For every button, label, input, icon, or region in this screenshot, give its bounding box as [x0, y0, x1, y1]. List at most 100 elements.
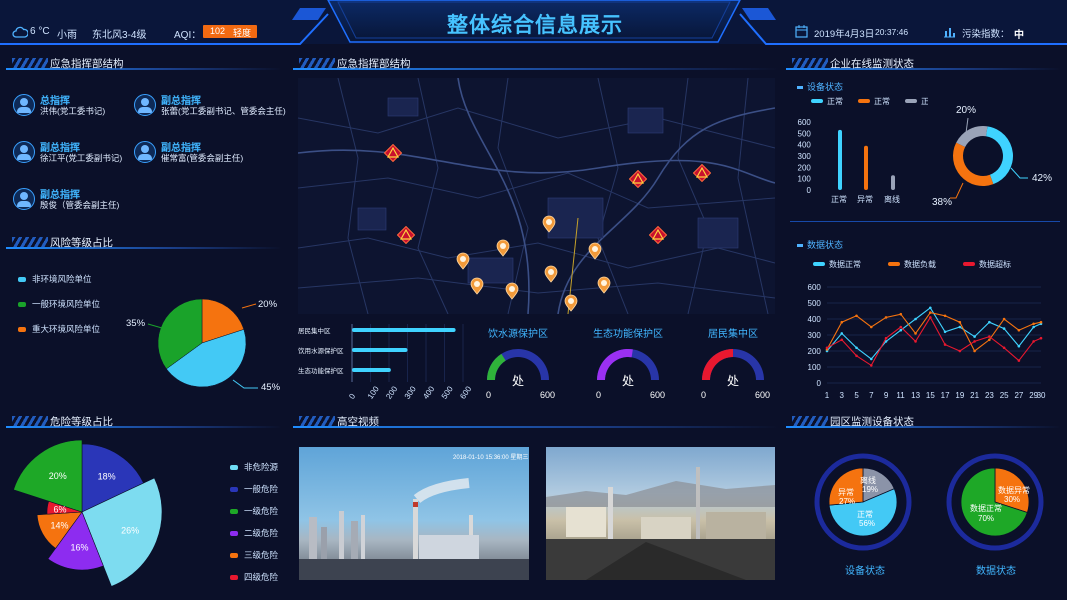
line-point — [1002, 317, 1006, 321]
ring-slice-label: 27% — [839, 497, 855, 506]
gauge-title: 生态功能保护区 — [593, 327, 663, 340]
device-legend-label: 正常 — [827, 97, 843, 106]
danger-legend-item[interactable]: 四级危险 — [230, 571, 278, 583]
enterprise-pin-icon[interactable] — [470, 277, 484, 295]
risk-leader-line — [147, 323, 163, 329]
video-feed-2[interactable] — [546, 447, 775, 580]
enterprise-pin-icon[interactable] — [505, 282, 519, 300]
org-member-5[interactable]: 副总指挥 殷俊（管委会副主任) — [13, 184, 131, 220]
enterprise-divider — [790, 221, 1060, 222]
enterprise-pin-icon[interactable] — [542, 215, 556, 233]
panel-title-org: 应急指挥部结构 — [6, 57, 282, 73]
cloud-icon — [12, 26, 28, 38]
factory-scene-2 — [546, 467, 775, 580]
danger-legend-item[interactable]: 三级危险 — [230, 549, 278, 561]
gauge-group: 饮水源保护区处 0 600 生态功能保护区处 0 600 居民集中区处 0 600 — [486, 327, 770, 400]
line-point — [855, 314, 858, 318]
warning-marker-icon[interactable] — [628, 169, 648, 189]
line-point — [840, 332, 844, 335]
ring-slice-label: 30% — [1004, 495, 1020, 504]
line-point — [929, 306, 932, 310]
warning-marker-icon[interactable] — [396, 225, 416, 245]
enterprise-pin-icon[interactable] — [564, 294, 578, 312]
danger-legend-item[interactable]: 二级危险 — [230, 527, 278, 539]
enterprise-pin-icon[interactable] — [456, 252, 470, 270]
enterprise-pin-icon[interactable] — [496, 239, 510, 257]
enterprise-pin-icon[interactable] — [544, 265, 558, 283]
warning-marker-icon[interactable] — [383, 143, 403, 163]
avatar-icon — [13, 141, 35, 163]
warning-marker-icon[interactable] — [648, 225, 668, 245]
bar-tick-label: 300 — [403, 384, 418, 401]
map-view[interactable] — [298, 78, 775, 314]
line-y-tick-label: 600 — [808, 283, 822, 292]
panel-title-danger: 危险等级占比 — [6, 415, 282, 431]
bar-category-label: 生态功能保护区 — [298, 366, 344, 375]
danger-pie-chart: 18% 26% 16% 14% 6% 20% — [13, 439, 163, 587]
risk-slice-label: 20% — [258, 299, 278, 310]
date-text: 2019年4月3日 — [814, 29, 875, 40]
line-x-tick-label: 1 — [825, 391, 830, 400]
line-point — [973, 340, 976, 343]
line-point — [1017, 328, 1021, 332]
risk-legend-item[interactable]: 非环境风险单位 — [18, 273, 92, 285]
bar — [352, 348, 408, 352]
device-legend-swatch — [858, 99, 870, 103]
video-feed-1[interactable]: 2018-01-10 15:36:00 星期三 — [299, 447, 529, 580]
org-member-2[interactable]: 副总指挥 张蕾(党工委副书记、管委会主任) — [134, 90, 286, 126]
line-x-tick-label: 3 — [840, 391, 845, 400]
org-member-3[interactable]: 副总指挥 徐江平(党工委副书记) — [13, 137, 131, 173]
danger-pie-slice — [13, 439, 83, 513]
line-x-tick-label: 13 — [911, 391, 920, 400]
risk-pie-chart: 20% 45% 35% — [126, 298, 281, 393]
device-status-donut-chart: 42% 38% 20% — [932, 105, 1052, 208]
avatar-icon — [134, 94, 156, 116]
danger-legend-item[interactable]: 非危险源 — [230, 461, 278, 473]
avatar-icon — [134, 141, 156, 163]
device-bar — [864, 145, 868, 190]
protection-area-bar-chart: 0 100 200 300 400 500 600 居民集中区饮用水源保护区生态功能保护区 — [298, 324, 471, 401]
line-point — [929, 311, 932, 314]
weather-widget: 6 °C 小雨 东北风3-4级 AQI： 102 轻度 — [12, 25, 312, 41]
warning-marker-icon[interactable] — [692, 163, 712, 183]
org-member-4[interactable]: 副总指挥 催常富(管委会副主任) — [134, 137, 252, 173]
line-y-tick-label: 0 — [817, 379, 822, 388]
risk-legend-item[interactable]: 重大环境风险单位 — [18, 323, 100, 335]
line-point — [1039, 336, 1043, 340]
risk-leader-line — [241, 303, 257, 309]
line-point — [958, 325, 962, 329]
line-legend-swatch — [888, 262, 900, 266]
line-point — [855, 354, 858, 358]
aqi-level: 轻度 — [233, 28, 252, 38]
line-x-tick-label: 5 — [854, 391, 859, 400]
risk-legend-item[interactable]: 一般环境风险单位 — [18, 298, 100, 310]
device-bar — [891, 175, 895, 190]
line-point — [840, 320, 844, 324]
line-point — [943, 343, 947, 346]
map-markers — [298, 78, 775, 314]
danger-slice-label: 6% — [53, 504, 66, 514]
org-member-1[interactable]: 总指挥 洪伟(党工委书记) — [13, 90, 131, 126]
line-point — [943, 314, 947, 318]
line-series — [826, 311, 1042, 352]
page-title: 整体综合信息展示 — [447, 14, 623, 37]
bar-tick-label: 200 — [384, 384, 399, 401]
bar-tick-label: 500 — [440, 384, 455, 401]
enterprise-pin-icon[interactable] — [597, 276, 611, 294]
device-legend-label: 正常 — [921, 97, 928, 106]
danger-legend-item[interactable]: 一般危险 — [230, 483, 278, 495]
weather-condition: 小雨 — [57, 30, 77, 41]
datetime-widget: 2019年4月3日 20:37:46 污染指数： 中 — [795, 25, 1065, 41]
ring-caption: 设备状态 — [845, 564, 885, 577]
data-status-line-chart: 数据正常 数据负载 数据超标60050040030020010001 3 5 7 9 11 13… — [808, 259, 1047, 400]
line-y-tick-label: 500 — [808, 299, 822, 308]
risk-slice-label: 35% — [126, 318, 146, 329]
line-point — [1032, 322, 1035, 326]
ring-slice-label: 56% — [859, 519, 875, 528]
danger-legend-item[interactable]: 一级危险 — [230, 505, 278, 517]
device-legend-swatch — [811, 99, 823, 103]
ring-slice-label: 19% — [862, 485, 878, 494]
enterprise-pin-icon[interactable] — [588, 242, 602, 260]
line-point — [988, 335, 991, 338]
bar-tick-label: 0 — [347, 391, 357, 400]
